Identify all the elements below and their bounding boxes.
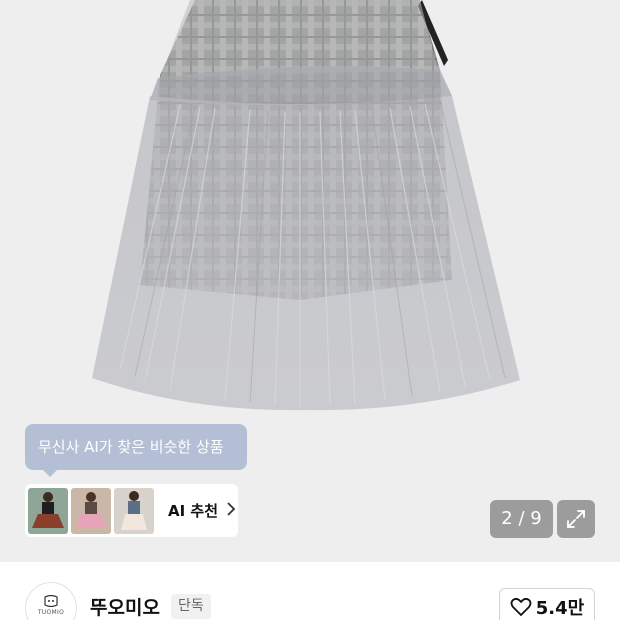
similar-item-image: [28, 487, 68, 534]
product-image-gallery[interactable]: 무신사 AI가 찾은 비슷한 상품 AI 추천 2 / 9: [0, 0, 620, 562]
image-counter: 2 / 9: [490, 500, 553, 538]
brand-logo-text: TUOMIO: [37, 609, 65, 616]
ai-similar-tooltip: 무신사 AI가 찾은 비슷한 상품: [25, 424, 247, 477]
brand-logo-mark: [44, 595, 58, 607]
similar-item-image: [71, 487, 111, 534]
like-button[interactable]: 5.4만: [499, 588, 595, 620]
similar-item-thumbnail[interactable]: [114, 487, 154, 534]
product-image: [92, 0, 520, 411]
ai-recommend-label: AI 추천: [168, 502, 219, 520]
similar-item-thumbnail[interactable]: [71, 487, 111, 534]
similar-item-image: [114, 487, 154, 534]
product-detail-page: 무신사 AI가 찾은 비슷한 상품 AI 추천 2 / 9 TUOMIO 뚜오미…: [0, 0, 620, 620]
ai-recommend-button[interactable]: AI 추천: [25, 484, 238, 537]
brand-name[interactable]: 뚜오미오: [90, 593, 160, 620]
similar-item-thumbnail[interactable]: [28, 487, 68, 534]
like-count: 5.4만: [535, 598, 585, 619]
exclusive-badge: 단독: [171, 594, 211, 619]
heart-icon: [510, 597, 532, 616]
chevron-right-icon: [226, 501, 236, 521]
expand-icon: [567, 510, 585, 528]
expand-button[interactable]: [557, 500, 595, 538]
